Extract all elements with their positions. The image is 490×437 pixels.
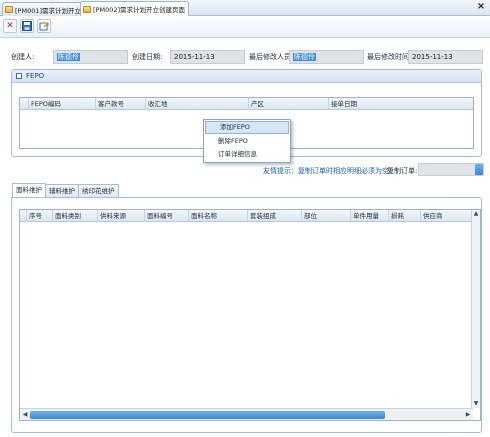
tab-embroidery[interactable]: 绣印花维护	[78, 184, 119, 197]
detail-column[interactable]: 序号	[26, 210, 42, 222]
last-modified-time-field[interactable]: 2015-11-13	[408, 50, 483, 64]
fepo-grid-header: FEPO编码 客户款号 收汇地 产区 接单日期	[20, 98, 473, 110]
tab-fabric[interactable]: 面料维护	[12, 183, 46, 197]
detail-grid-header: 序号 面料类别 供料来源 面料编号 面料名称 套装组成 部位 单件用量 损耗 供…	[20, 210, 480, 222]
scroll-right-icon[interactable]: ▶	[464, 411, 472, 419]
menu-item-order-details[interactable]: 订单详细信息	[204, 148, 290, 161]
tab-label: [PM002]需求计划开立创建页面	[93, 6, 186, 14]
detail-column[interactable]: 单件用量	[350, 210, 379, 222]
dropdown-icon[interactable]	[475, 164, 483, 175]
created-date-label: 创建日期:	[132, 53, 163, 61]
context-menu: 添加FEPO 删除FEPO 订单详细信息	[203, 119, 291, 163]
last-modifier-value: 陈德伶	[293, 53, 316, 61]
fepo-group-header: FEPO	[12, 70, 481, 83]
document-icon	[83, 5, 91, 13]
tab-pm002[interactable]: [PM002]需求计划开立创建页面	[80, 1, 190, 16]
scroll-down-icon[interactable]: ▼	[472, 400, 480, 408]
save-icon[interactable]	[20, 19, 34, 33]
tab-accessory[interactable]: 辅料维护	[45, 184, 79, 197]
document-icon	[5, 6, 13, 13]
creator-field[interactable]: 陈德伶	[53, 50, 128, 64]
detail-column[interactable]: 套装组成	[247, 210, 276, 222]
fepo-column[interactable]: 收汇地	[145, 98, 168, 110]
detail-column[interactable]: 面料类别	[52, 210, 81, 222]
toolbar: ✕	[0, 17, 490, 38]
detail-column[interactable]: 供应商	[420, 210, 443, 222]
tab-pm001[interactable]: [PM001]需求计划开立	[2, 2, 86, 16]
collapse-icon[interactable]	[16, 73, 22, 79]
document-tab-strip: [PM001]需求计划开立 [PM002]需求计划开立创建页面 ×	[0, 0, 490, 16]
export-icon[interactable]	[37, 19, 51, 33]
detail-column[interactable]: 面料名称	[188, 210, 217, 222]
detail-column[interactable]: 部位	[301, 210, 317, 222]
scroll-up-icon[interactable]: ▲	[472, 210, 480, 218]
copy-order-label: 复制订单:	[387, 167, 418, 175]
detail-grid[interactable]: 序号 面料类别 供料来源 面料编号 面料名称 套装组成 部位 单件用量 损耗 供…	[19, 209, 481, 421]
creator-label: 创建人:	[11, 53, 35, 61]
fepo-column[interactable]: 客户款号	[95, 98, 124, 110]
close-tab-icon[interactable]: ×	[475, 1, 487, 13]
notice-text: 友情提示：复制订单时相应明细必须为空！	[263, 167, 396, 175]
last-modifier-label: 最后修改人员:	[249, 53, 294, 61]
fepo-title: FEPO	[26, 72, 45, 80]
last-modified-time-label: 最后修改时间:	[367, 53, 412, 61]
scroll-left-icon[interactable]: ◀	[21, 411, 29, 419]
detail-column[interactable]: 损耗	[388, 210, 404, 222]
horizontal-scrollbar[interactable]: ◀ ▶	[20, 408, 473, 420]
tab-label: [PM001]需求计划开立	[15, 6, 82, 15]
detail-column[interactable]: 供料来源	[97, 210, 126, 222]
fepo-column[interactable]: 产区	[248, 98, 264, 110]
menu-item-delete-fepo[interactable]: 删除FEPO	[204, 135, 290, 148]
x-icon[interactable]: ✕	[3, 19, 17, 33]
last-modifier-field[interactable]: 陈德伶	[289, 50, 364, 64]
fepo-column[interactable]: 接单日期	[328, 98, 357, 110]
creator-value: 陈德伶	[57, 53, 80, 61]
vertical-scrollbar[interactable]: ▲ ▼	[471, 210, 480, 408]
fepo-column[interactable]: FEPO编码	[28, 98, 61, 110]
detail-column[interactable]: 面料编号	[144, 210, 173, 222]
menu-item-add-fepo[interactable]: 添加FEPO	[205, 121, 289, 134]
horizontal-scroll-thumb[interactable]	[30, 411, 385, 419]
created-date-field[interactable]: 2015-11-13	[170, 50, 245, 64]
